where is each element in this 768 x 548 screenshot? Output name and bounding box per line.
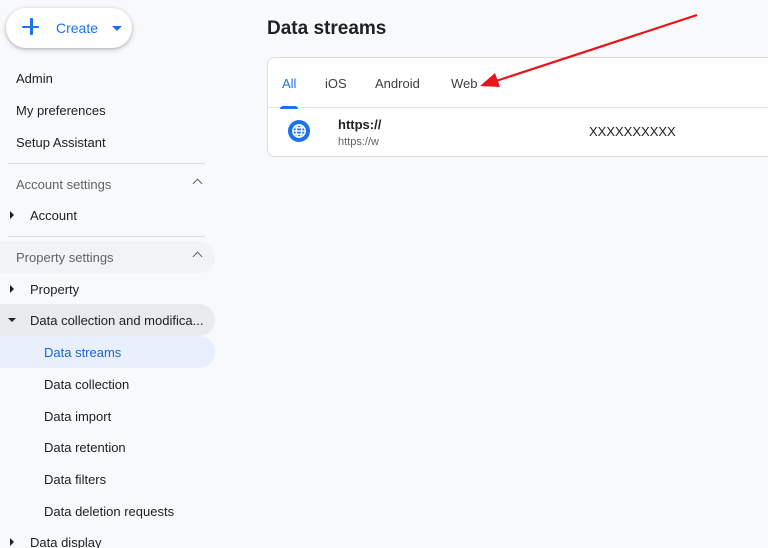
annotation-arrow-icon xyxy=(480,13,698,87)
